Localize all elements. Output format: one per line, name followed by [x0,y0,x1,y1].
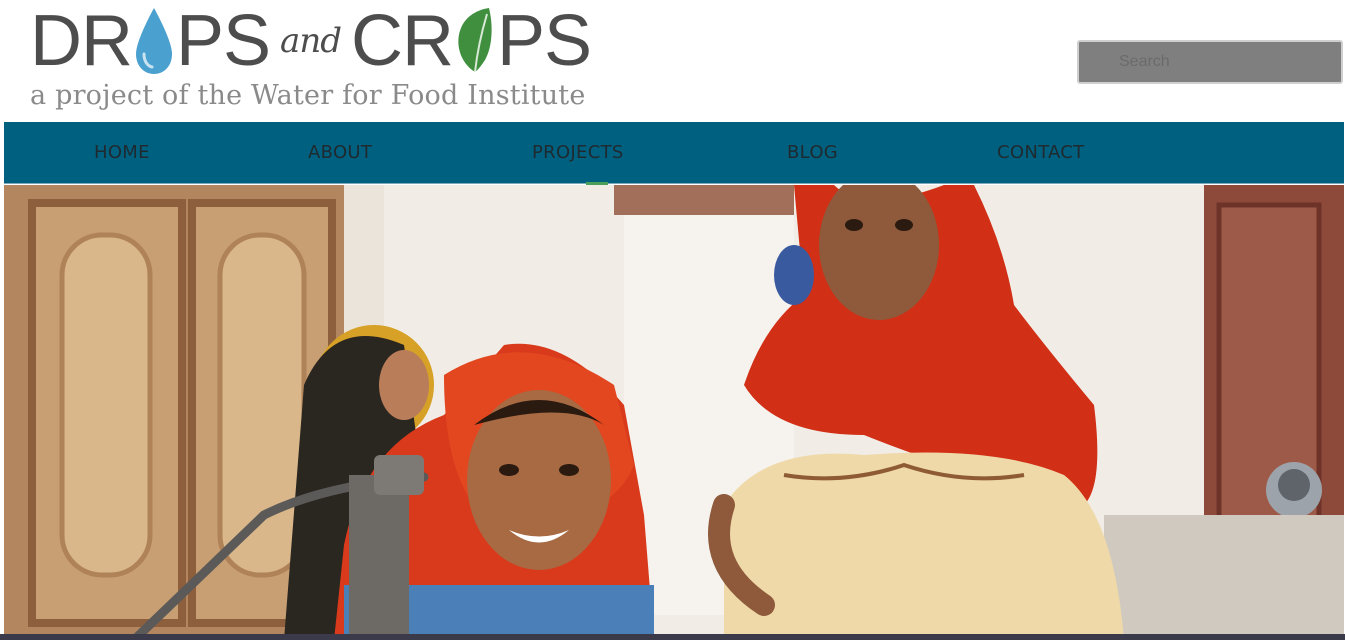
main-nav: HOME ABOUT PROJECTS BLOG CONTACT [4,122,1344,184]
nav-item-projects[interactable]: PROJECTS [532,122,624,184]
hero-photo [4,185,1344,640]
logo-word-drops-start: DR [30,1,133,81]
site-logo[interactable]: DR PS and CR PS a project of the Water for… [30,4,592,116]
logo-connector: and [280,21,342,61]
nav-item-home[interactable]: HOME [94,122,150,184]
logo-word-drops-end: PS [176,1,271,81]
nav-item-blog[interactable]: BLOG [787,122,838,184]
nav-item-contact[interactable]: CONTACT [997,122,1084,184]
logo-word-crops-end: PS [496,1,592,81]
logo-word-crops-start: CR [350,1,454,81]
leaf-icon [458,8,492,73]
water-drop-icon [136,8,172,74]
search-input[interactable] [1077,40,1343,84]
logo-wordmark: DR PS and CR PS [30,1,592,81]
logo-tagline: a project of the Water for Food Institut… [30,80,586,111]
nav-item-about[interactable]: ABOUT [308,122,372,184]
page-bottom-edge [0,634,1345,640]
hero-image [4,185,1344,640]
site-header: DR PS and CR PS a project of the Water for… [0,0,1345,122]
